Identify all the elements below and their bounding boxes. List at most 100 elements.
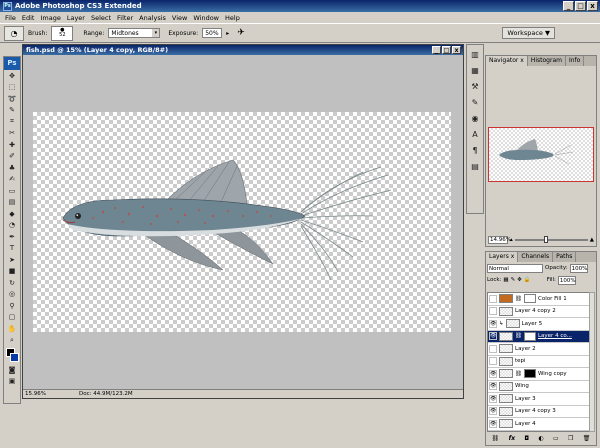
eye-icon[interactable]: 👁 [489,407,497,416]
layer-row[interactable]: tepi [488,356,590,368]
zoom-tool-icon[interactable]: ⌕ [4,335,20,347]
history-icon[interactable]: ▦ [467,63,483,77]
menu-select[interactable]: Select [88,14,114,22]
path-selection-tool-icon[interactable]: ➤ [4,254,20,266]
shape-tool-icon[interactable]: ■ [4,266,20,278]
3d-orbit-tool-icon[interactable]: ◎ [4,289,20,301]
eye-icon[interactable]: 👁 [489,419,497,428]
color-swatches[interactable] [4,346,20,364]
tab-navigator[interactable]: Navigator x [486,56,528,66]
menu-view[interactable]: View [169,14,190,22]
paragraph-icon[interactable]: ¶ [467,143,483,157]
screen-mode-icon[interactable]: ▣ [4,376,20,388]
layer-row-active[interactable]: 👁 ⛓ Layer 4 co... [488,330,590,343]
document-minimize-button[interactable]: _ [432,46,441,54]
quick-selection-tool-icon[interactable]: ✎ [4,105,20,117]
blend-mode-select[interactable]: Normal [487,263,543,273]
crop-tool-icon[interactable]: ⌗ [4,116,20,128]
canvas[interactable] [33,112,451,332]
tool-presets-icon[interactable]: ▤ [467,159,483,173]
menu-help[interactable]: Help [222,14,243,22]
healing-tool-icon[interactable]: ✚ [4,139,20,151]
layer-comps-icon[interactable]: ▥ [467,47,483,61]
zoom-out-icon[interactable]: ▴ [510,237,513,243]
document-zoom[interactable]: 15.96% [25,390,46,399]
adjustment-layer-icon[interactable]: ◐ [538,435,543,442]
close-icon[interactable]: x [511,253,515,260]
type-tool-icon[interactable]: T [4,243,20,255]
eyedropper-tool-icon[interactable]: ⚲ [4,300,20,312]
lock-transparency-icon[interactable]: ▦ [503,277,508,283]
navigator-preview[interactable] [488,69,594,234]
layer-row[interactable]: 👁 Wing [488,381,590,393]
zoom-in-icon[interactable]: ▲ [590,237,594,243]
menu-file[interactable]: File [2,14,19,22]
eraser-tool-icon[interactable]: ▭ [4,185,20,197]
layer-row[interactable]: Layer 2 [488,343,590,356]
marquee-tool-icon[interactable]: ⬚ [4,82,20,94]
airbrush-icon[interactable]: ✈ [237,28,245,38]
add-mask-icon[interactable]: ◘ [524,435,529,442]
layer-row[interactable]: 👁 Layer 3 [488,393,590,406]
background-color-swatch[interactable] [10,353,19,362]
brush-tool-icon[interactable]: ✐ [4,151,20,163]
trash-icon[interactable]: 🗑 [583,435,591,442]
pen-tool-icon[interactable]: ✒ [4,231,20,243]
menu-edit[interactable]: Edit [19,14,38,22]
opacity-input[interactable]: 100% [569,263,588,273]
tool-preset-picker[interactable]: ◔ [4,25,24,41]
eye-icon[interactable]: 👁 [489,319,497,328]
new-layer-icon[interactable]: ❐ [568,435,573,442]
lock-position-icon[interactable]: ✥ [517,277,522,283]
brushes-icon[interactable]: ✎ [467,95,483,109]
eye-icon[interactable]: 👁 [489,332,497,341]
clone-stamp-tool-icon[interactable]: ♣ [4,162,20,174]
quick-mask-icon[interactable]: ◙ [4,364,20,376]
navigator-zoom-knob[interactable] [543,235,548,243]
dodge-tool-icon[interactable]: ◔ [4,220,20,232]
navigator-zoom-input[interactable]: 14.96% [488,235,511,244]
eye-icon[interactable]: 👁 [489,394,497,403]
note-tool-icon[interactable]: ▢ [4,312,20,324]
eye-icon[interactable]: 👁 [489,369,497,378]
layer-row[interactable]: ⛓ Color Fill 1 [488,293,590,306]
history-brush-tool-icon[interactable]: ✍ [4,174,20,186]
range-select[interactable]: Midtones ▾ [108,28,161,38]
fx-icon[interactable]: fx [509,435,515,442]
maximize-button[interactable]: □ [575,1,586,11]
clone-source-icon[interactable]: ◉ [467,111,483,125]
lock-image-icon[interactable]: ✎ [511,277,516,283]
actions-icon[interactable]: ⚒ [467,79,483,93]
layer-row[interactable]: 👁 Layer 4 [488,418,590,431]
gradient-tool-icon[interactable]: ▤ [4,197,20,209]
navigator-zoom-slider[interactable] [514,235,588,243]
lasso-tool-icon[interactable]: ➰ [4,93,20,105]
exposure-input[interactable]: 50% [202,28,223,38]
document-close-button[interactable]: x [452,46,461,54]
workspace-button[interactable]: Workspace ▼ [502,27,555,39]
layer-list-scrollbar[interactable] [589,292,595,432]
3d-rotate-tool-icon[interactable]: ↻ [4,277,20,289]
tab-layers[interactable]: Layers x [486,252,519,262]
character-icon[interactable]: A [467,127,483,141]
brush-picker[interactable]: ● 52 [51,25,74,41]
eye-icon[interactable]: 👁 [489,382,497,391]
layer-row[interactable]: 👁 ⛓ Wing copy [488,368,590,381]
document-info[interactable]: Doc: 44.9M/123.2M [79,390,133,399]
visibility-toggle[interactable] [489,294,497,303]
menu-layer[interactable]: Layer [64,14,88,22]
tab-histogram[interactable]: Histogram [528,56,566,66]
visibility-toggle[interactable] [489,357,497,366]
visibility-toggle[interactable] [489,307,497,316]
visibility-toggle[interactable] [489,344,497,353]
navigator-view-box[interactable] [488,127,594,182]
menu-image[interactable]: Image [37,14,63,22]
blur-tool-icon[interactable]: ◆ [4,208,20,220]
close-icon[interactable]: x [520,57,524,64]
layer-row[interactable]: 👁 Layer 4 copy 3 [488,406,590,418]
tab-channels[interactable]: Channels [518,252,554,262]
minimize-button[interactable]: _ [563,1,574,11]
link-layers-icon[interactable]: ⛓ [492,435,500,442]
slice-tool-icon[interactable]: ✂ [4,128,20,140]
menu-window[interactable]: Window [190,14,222,22]
